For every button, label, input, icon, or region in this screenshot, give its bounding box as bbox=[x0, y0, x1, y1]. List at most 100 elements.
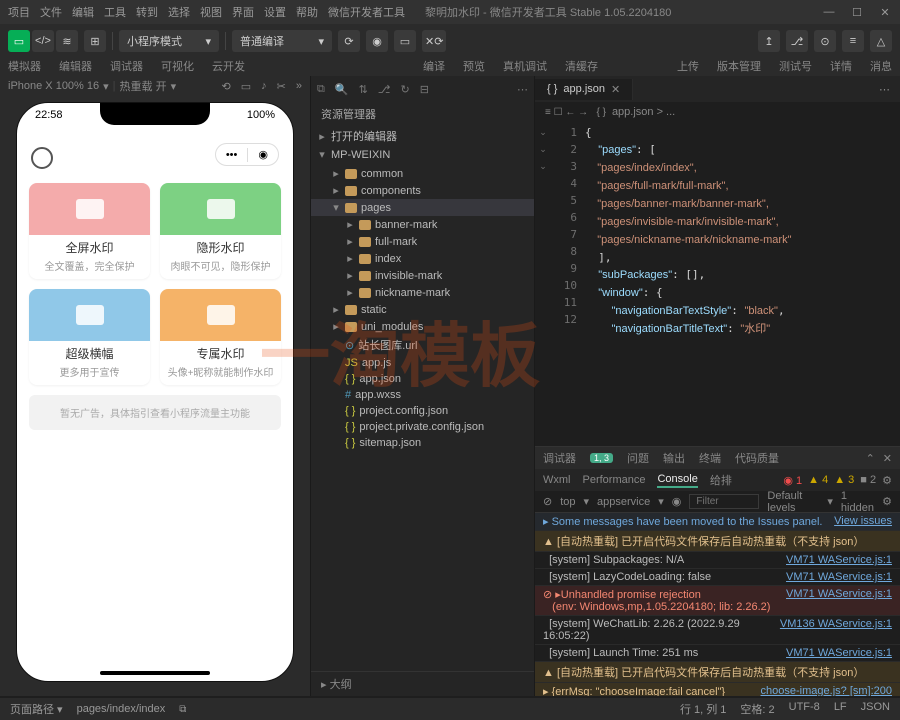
explorer-tab-icon[interactable]: ⧉ bbox=[317, 83, 325, 96]
indent-info[interactable]: 空格: 2 bbox=[740, 701, 774, 717]
outline-section[interactable]: ▸ 大纲 bbox=[311, 671, 534, 696]
tree-node-project.config.json[interactable]: { }project.config.json bbox=[311, 403, 534, 419]
devtools-tab-terminal[interactable]: 终端 bbox=[699, 450, 721, 466]
hot-reload-status[interactable]: 热重载 开 bbox=[120, 78, 167, 94]
log-levels-select[interactable]: Default levels bbox=[767, 490, 819, 514]
refresh-icon[interactable]: ↻ bbox=[400, 83, 409, 96]
menu-项目[interactable]: 项目 bbox=[8, 4, 30, 20]
encoding[interactable]: UTF-8 bbox=[789, 701, 820, 717]
source-link[interactable]: VM136 WAService.js:1 bbox=[780, 618, 892, 642]
feature-card[interactable]: 超级横幅更多用于宣传 bbox=[29, 289, 150, 385]
console-tab-perf[interactable]: Performance bbox=[583, 474, 646, 486]
context-top[interactable]: top bbox=[560, 496, 575, 508]
devtools-tab-output[interactable]: 输出 bbox=[663, 450, 685, 466]
audio-icon[interactable]: ♪ bbox=[261, 80, 267, 93]
compile-button[interactable]: ⟳ bbox=[338, 30, 360, 52]
menu-微信开发者工具[interactable]: 微信开发者工具 bbox=[328, 4, 405, 20]
maximize-button[interactable]: ☐ bbox=[850, 6, 864, 19]
editor-tab-appjson[interactable]: { } app.json✕ bbox=[535, 79, 633, 100]
tree-node-components[interactable]: ▸components bbox=[311, 182, 534, 199]
rotate-icon[interactable]: ⟲ bbox=[222, 80, 231, 93]
phone-simulator[interactable]: 22:58100% •••◉ 全屏水印全文覆盖，完全保护隐形水印肉眼不可见，隐形… bbox=[16, 102, 294, 682]
preview-button[interactable]: ◉ bbox=[366, 30, 388, 52]
collapse-icon[interactable]: ⊟ bbox=[420, 83, 429, 96]
devtools-tab-quality[interactable]: 代码质量 bbox=[735, 450, 779, 466]
menu-选择[interactable]: 选择 bbox=[168, 4, 190, 20]
language-mode[interactable]: JSON bbox=[861, 701, 890, 717]
test-button[interactable]: ⊙ bbox=[814, 30, 836, 52]
tree-icon[interactable]: ⇅ bbox=[359, 83, 368, 96]
console-tab-other[interactable]: 给排 bbox=[710, 472, 732, 488]
minimize-button[interactable]: — bbox=[822, 6, 836, 19]
breadcrumb[interactable]: ≡ ☐ ← → { } app.json > ... bbox=[535, 102, 900, 122]
console-tab-console[interactable]: Console bbox=[657, 473, 697, 488]
console-tab-wxml[interactable]: Wxml bbox=[543, 474, 571, 486]
device-select[interactable]: iPhone X 100% 16 bbox=[8, 80, 99, 92]
console-settings-icon[interactable]: ⚙ bbox=[882, 495, 892, 508]
feature-card[interactable]: 隐形水印肉眼不可见，隐形保护 bbox=[160, 183, 281, 279]
tree-node-sitemap.json[interactable]: { }sitemap.json bbox=[311, 435, 534, 451]
messages-button[interactable]: △ bbox=[870, 30, 892, 52]
close-tab-icon[interactable]: ✕ bbox=[611, 83, 620, 96]
open-editors-section[interactable]: ▸打开的编辑器 bbox=[311, 126, 534, 146]
search-icon[interactable]: 🔍 bbox=[335, 83, 349, 96]
context-appservice[interactable]: appservice bbox=[597, 496, 650, 508]
feature-card[interactable]: 全屏水印全文覆盖，完全保护 bbox=[29, 183, 150, 279]
editor-more-icon[interactable]: ⋯ bbox=[869, 83, 900, 96]
menu-帮助[interactable]: 帮助 bbox=[296, 4, 318, 20]
tree-node-static[interactable]: ▸static bbox=[311, 301, 534, 318]
tree-node-common[interactable]: ▸common bbox=[311, 165, 534, 182]
tree-node-pages[interactable]: ▾pages bbox=[311, 199, 534, 216]
source-link[interactable]: VM71 WAService.js:1 bbox=[786, 571, 892, 583]
devtools-tab-problem[interactable]: 问题 bbox=[627, 450, 649, 466]
mode-select[interactable]: 小程序模式▾ bbox=[119, 30, 219, 52]
clear-cache-button[interactable]: ✕⟳ bbox=[422, 30, 446, 52]
visual-toggle[interactable]: ⊞ bbox=[84, 30, 106, 52]
compile-select[interactable]: 普通编译▾ bbox=[232, 30, 332, 52]
tree-node-站长图库.url[interactable]: ⊙站长图库.url bbox=[311, 335, 534, 355]
more-icon[interactable]: ⋯ bbox=[517, 83, 528, 96]
tree-node-app.js[interactable]: JSapp.js bbox=[311, 355, 534, 371]
devtools-expand-icon[interactable]: ⌃ bbox=[866, 452, 875, 465]
tree-node-app.json[interactable]: { }app.json bbox=[311, 371, 534, 387]
source-link[interactable]: choose-image.js? [sm]:200 bbox=[761, 685, 892, 696]
tree-node-invisible-mark[interactable]: ▸invisible-mark bbox=[311, 267, 534, 284]
source-link[interactable]: VM71 WAService.js:1 bbox=[786, 554, 892, 566]
cursor-position[interactable]: 行 1, 列 1 bbox=[680, 701, 726, 717]
tree-node-project.private.config.json[interactable]: { }project.private.config.json bbox=[311, 419, 534, 435]
capsule-menu[interactable]: •••◉ bbox=[215, 143, 279, 166]
remote-debug-button[interactable]: ▭ bbox=[394, 30, 416, 52]
eye-icon[interactable]: ◉ bbox=[672, 495, 682, 508]
refresh-icon[interactable] bbox=[31, 147, 53, 169]
menu-转到[interactable]: 转到 bbox=[136, 4, 158, 20]
simulator-toggle[interactable]: ▭ bbox=[8, 30, 30, 52]
debugger-toggle[interactable]: ≋ bbox=[56, 30, 78, 52]
hidden-count[interactable]: 1 hidden bbox=[841, 490, 874, 514]
tree-node-banner-mark[interactable]: ▸banner-mark bbox=[311, 216, 534, 233]
menu-工具[interactable]: 工具 bbox=[104, 4, 126, 20]
cut-icon[interactable]: ✂ bbox=[277, 80, 286, 93]
page-path[interactable]: pages/index/index bbox=[77, 703, 166, 715]
devtools-title[interactable]: 调试器 bbox=[543, 450, 576, 466]
version-button[interactable]: ⎇ bbox=[786, 30, 808, 52]
console-filter-input[interactable] bbox=[689, 494, 759, 509]
page-path-label[interactable]: 页面路径 ▾ bbox=[10, 701, 63, 717]
menu-视图[interactable]: 视图 bbox=[200, 4, 222, 20]
source-link[interactable]: View issues bbox=[834, 515, 892, 528]
editor-toggle[interactable]: </> bbox=[32, 30, 54, 52]
feature-card[interactable]: 专属水印头像+昵称就能制作水印 bbox=[160, 289, 281, 385]
menu-文件[interactable]: 文件 bbox=[40, 4, 62, 20]
details-button[interactable]: ≡ bbox=[842, 30, 864, 52]
tree-node-full-mark[interactable]: ▸full-mark bbox=[311, 233, 534, 250]
menu-界面[interactable]: 界面 bbox=[232, 4, 254, 20]
tree-node-index[interactable]: ▸index bbox=[311, 250, 534, 267]
source-link[interactable]: VM71 WAService.js:1 bbox=[786, 647, 892, 659]
screenshot-icon[interactable]: ▭ bbox=[241, 80, 251, 93]
more-icon[interactable]: » bbox=[296, 80, 302, 93]
tree-node-uni_modules[interactable]: ▸uni_modules bbox=[311, 318, 534, 335]
console-clear-icon[interactable]: ⊘ bbox=[543, 495, 552, 508]
code-area[interactable]: ⌄ ⌄ ⌄ 1 2 3 4 5 6 7 8 9 10 11 12 { "page… bbox=[535, 122, 900, 446]
close-button[interactable]: ✕ bbox=[878, 6, 892, 19]
menu-设置[interactable]: 设置 bbox=[264, 4, 286, 20]
devtools-close-icon[interactable]: ✕ bbox=[883, 452, 892, 465]
